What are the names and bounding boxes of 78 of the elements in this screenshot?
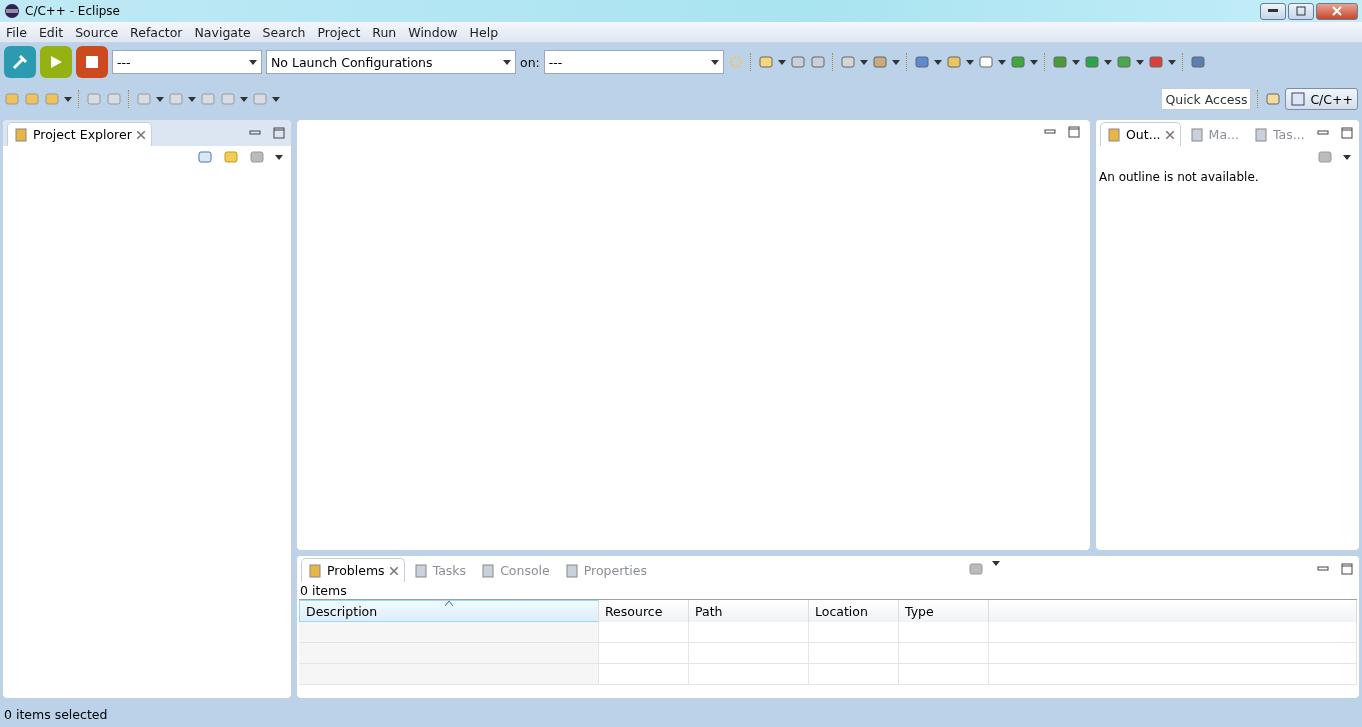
view-icon — [13, 126, 29, 143]
launch-mode-dropdown[interactable]: --- — [112, 50, 262, 74]
menu-item[interactable]: Project — [311, 24, 367, 40]
caret-icon[interactable] — [859, 59, 868, 65]
target-label: on: — [520, 54, 540, 70]
view-icon — [480, 562, 497, 579]
view-tab[interactable]: Project Explorer — [7, 122, 152, 146]
view-icon — [412, 562, 429, 579]
caret-icon[interactable] — [991, 561, 1000, 566]
view-tab[interactable]: Out... — [1100, 122, 1181, 146]
menu-item[interactable]: File — [0, 24, 33, 40]
menu-item[interactable]: Search — [256, 24, 312, 40]
caret-icon[interactable] — [188, 96, 196, 102]
perspective-icon — [1290, 91, 1307, 107]
column-header[interactable]: Location — [809, 600, 899, 622]
caret-icon[interactable] — [1167, 59, 1176, 65]
close-icon — [1332, 6, 1342, 16]
build-button[interactable] — [4, 46, 36, 78]
restore-icon — [1296, 6, 1306, 16]
caret-icon[interactable] — [965, 59, 974, 65]
menu-item[interactable]: Source — [69, 24, 125, 40]
quick-access-field[interactable]: Quick Access — [1161, 88, 1252, 110]
menu-item[interactable]: Edit — [32, 24, 70, 40]
view-icon — [307, 562, 323, 579]
launch-button[interactable] — [40, 46, 72, 78]
play-icon — [49, 55, 63, 69]
close-icon[interactable] — [388, 565, 399, 576]
caret-icon[interactable] — [275, 154, 283, 160]
maximize-icon[interactable] — [1339, 125, 1355, 141]
launch-configuration-dropdown[interactable]: No Launch Configurations — [266, 50, 516, 74]
menu-item[interactable]: Navigate — [188, 24, 257, 40]
menu-item[interactable]: Help — [463, 24, 505, 40]
view-icon — [563, 562, 580, 579]
view-icon — [1106, 126, 1122, 143]
caret-icon[interactable] — [933, 59, 942, 65]
caret-icon[interactable] — [1103, 59, 1112, 65]
eclipse-logo-icon — [4, 3, 20, 19]
view-icon — [1188, 126, 1205, 143]
caret-icon[interactable] — [156, 96, 164, 102]
maximize-icon[interactable] — [271, 125, 287, 141]
stop-icon — [86, 56, 98, 68]
launch-target-dropdown[interactable]: --- — [543, 50, 724, 74]
caret-icon[interactable] — [1135, 59, 1144, 65]
caret-icon[interactable] — [710, 59, 719, 65]
menu-item[interactable]: Refactor — [124, 24, 189, 40]
caret-icon[interactable] — [777, 59, 786, 65]
column-header[interactable]: Resource — [599, 600, 689, 622]
restore-window-button[interactable] — [1288, 2, 1314, 20]
caret-icon[interactable] — [1029, 59, 1038, 65]
perspective-button[interactable]: C/C++ — [1285, 88, 1358, 110]
window-title: C/C++ - Eclipse — [25, 4, 120, 18]
minimize-window-button[interactable] — [1260, 2, 1286, 20]
column-header[interactable]: Description — [299, 600, 599, 622]
view-icon — [1252, 126, 1269, 143]
column-header[interactable]: Path — [689, 600, 809, 622]
caret-icon[interactable] — [891, 59, 900, 65]
stop-button[interactable] — [76, 46, 108, 78]
caret-icon[interactable] — [272, 96, 280, 102]
column-header[interactable]: Type — [899, 600, 989, 622]
close-icon[interactable] — [135, 129, 146, 140]
outline-message: An outline is not available. — [1098, 169, 1260, 186]
caret-icon[interactable] — [1343, 154, 1351, 160]
caret-icon[interactable] — [64, 96, 72, 102]
caret-icon[interactable] — [1071, 59, 1080, 65]
view-tab[interactable]: Problems — [301, 558, 405, 582]
maximize-icon[interactable] — [1066, 124, 1082, 140]
caret-icon[interactable] — [249, 59, 257, 65]
close-icon[interactable] — [1164, 129, 1175, 140]
caret-icon[interactable] — [997, 59, 1006, 65]
maximize-icon[interactable] — [1339, 561, 1355, 577]
status-text: 0 items selected — [4, 706, 108, 722]
caret-icon[interactable] — [240, 96, 248, 102]
caret-icon[interactable] — [503, 59, 511, 65]
menu-item[interactable]: Run — [366, 24, 403, 40]
minimize-icon — [1268, 9, 1278, 13]
menu-item[interactable]: Window — [402, 24, 464, 40]
close-window-button[interactable] — [1316, 2, 1358, 20]
item-count: 0 items — [299, 582, 348, 599]
